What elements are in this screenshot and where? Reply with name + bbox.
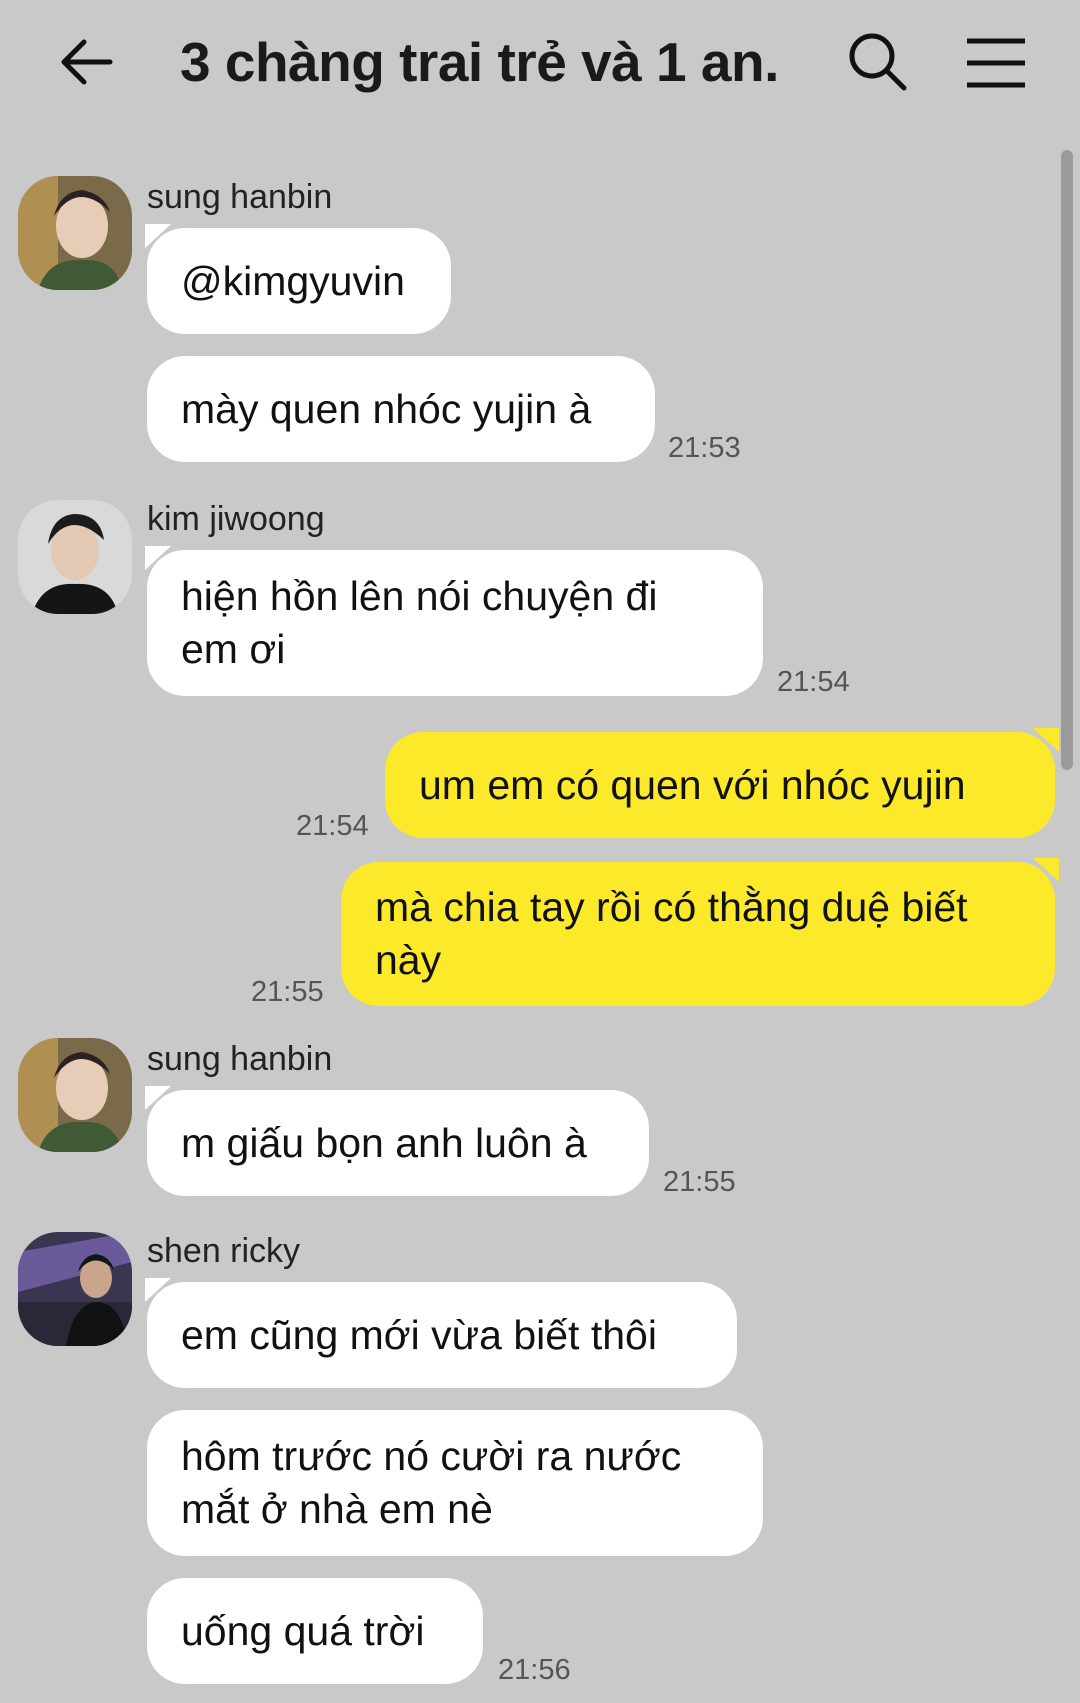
- chat-title: 3 chàng trai trẻ và 1 an...: [180, 31, 780, 93]
- message-bubble[interactable]: hiện hồn lên nói chuyện đi em ơi: [147, 550, 763, 696]
- message-bubble[interactable]: m giấu bọn anh luôn à: [147, 1090, 649, 1196]
- search-button[interactable]: [846, 30, 910, 94]
- arrow-left-icon: [61, 39, 113, 85]
- message-text: em cũng mới vừa biết thôi: [181, 1311, 657, 1358]
- message-text: m giấu bọn anh luôn à: [181, 1119, 587, 1166]
- search-icon: [849, 33, 907, 91]
- message-time: 21:53: [668, 432, 741, 464]
- message-time: 21:54: [777, 666, 850, 698]
- message-time: 21:55: [663, 1166, 736, 1198]
- message-bubble-outgoing[interactable]: um em có quen với nhóc yujin: [385, 728, 1059, 838]
- menu-button[interactable]: [965, 35, 1027, 91]
- back-button[interactable]: [58, 32, 118, 92]
- avatar-image: [18, 176, 132, 290]
- avatar-image: [18, 1232, 132, 1346]
- scrollbar[interactable]: [1061, 150, 1073, 770]
- avatar-shen-ricky[interactable]: [18, 1232, 132, 1346]
- message-text: hiện hồn lên nói chuyện đi em ơi: [181, 573, 658, 672]
- message-text: mày quen nhóc yujin à: [181, 385, 592, 432]
- message-bubble[interactable]: hôm trước nó cười ra nước mắt ở nhà em n…: [147, 1410, 763, 1556]
- avatar-sung-hanbin[interactable]: [18, 1038, 132, 1152]
- message-text: @kimgyuvin: [181, 257, 405, 304]
- avatar-image: [18, 500, 132, 614]
- message-text: uống quá trời: [181, 1607, 425, 1654]
- message-time: 21:56: [498, 1654, 571, 1686]
- avatar-sung-hanbin[interactable]: [18, 176, 132, 290]
- sender-name: sung hanbin: [147, 1040, 333, 1078]
- avatar-kim-jiwoong[interactable]: [18, 500, 132, 614]
- avatar-image: [18, 1038, 132, 1152]
- message-bubble[interactable]: mày quen nhóc yujin à: [147, 356, 655, 462]
- message-text: mà chia tay rồi có thằng duệ biết này: [375, 884, 968, 983]
- message-text: um em có quen với nhóc yujin: [419, 761, 966, 808]
- message-bubble-outgoing[interactable]: mà chia tay rồi có thằng duệ biết này: [341, 858, 1059, 1006]
- chat-header: 3 chàng trai trẻ và 1 an...: [0, 0, 1080, 130]
- message-bubble[interactable]: @kimgyuvin: [147, 228, 451, 334]
- sender-name: kim jiwoong: [147, 500, 325, 538]
- sender-name: shen ricky: [147, 1232, 301, 1270]
- message-text: hôm trước nó cười ra nước mắt ở nhà em n…: [181, 1433, 682, 1532]
- sender-name: sung hanbin: [147, 178, 333, 216]
- message-bubble[interactable]: uống quá trời: [147, 1578, 483, 1684]
- message-time: 21:54: [296, 810, 369, 842]
- message-time: 21:55: [251, 976, 324, 1008]
- hamburger-menu-icon: [967, 38, 1025, 88]
- message-bubble[interactable]: em cũng mới vừa biết thôi: [147, 1282, 737, 1388]
